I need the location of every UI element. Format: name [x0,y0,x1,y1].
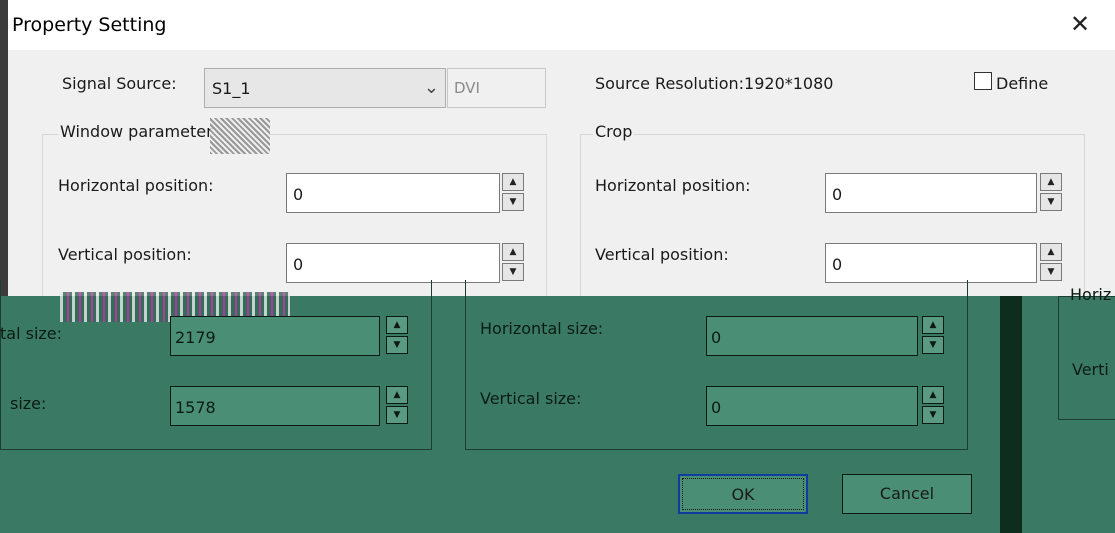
spin-down-icon[interactable]: ▼ [502,263,524,281]
crop-vertical-position-value: 0 [832,255,843,274]
title-bar [0,0,1115,50]
spin-up-icon[interactable]: ▲ [502,243,524,261]
crop-horizontal-position-input[interactable]: 0 [825,173,1037,213]
window-vertical-size-label: size: [10,394,47,413]
spin-up-icon[interactable]: ▲ [922,386,944,404]
window-horizontal-position-value: 0 [293,185,304,204]
spin-up-icon[interactable]: ▲ [386,386,408,404]
define-label: Define [996,74,1049,93]
crop-horizontal-size-spinner[interactable]: ▲ ▼ [922,316,946,356]
crop-horizontal-position-spinner[interactable]: ▲ ▼ [1040,173,1064,213]
crop-vertical-size-spinner[interactable]: ▲ ▼ [922,386,946,426]
window-vertical-position-input[interactable]: 0 [286,243,500,283]
window-horizontal-size-spinner[interactable]: ▲ ▼ [386,316,410,356]
crop-vertical-size-value: 0 [711,398,722,417]
spin-down-icon[interactable]: ▼ [386,336,408,354]
window-horizontal-position-input[interactable]: 0 [286,173,500,213]
window-left-border [0,0,8,300]
chevron-down-icon[interactable]: ⌄ [424,77,439,98]
crop-horizontal-position-label: Horizontal position: [595,176,751,195]
crop-horizontal-size-value: 0 [711,328,722,347]
cancel-button[interactable]: Cancel [842,474,972,514]
window-horizontal-size-value: 2179 [175,328,216,347]
close-icon[interactable]: ✕ [1070,10,1090,38]
crop-horizontal-position-value: 0 [832,185,843,204]
define-checkbox[interactable] [974,72,992,90]
ok-button[interactable]: OK [678,474,808,514]
background-vertical-label: Verti [1072,360,1109,379]
crop-vertical-size-input[interactable]: 0 [706,386,918,426]
spin-down-icon[interactable]: ▼ [922,406,944,424]
crop-horizontal-size-label: Horizontal size: [480,319,604,338]
spin-down-icon[interactable]: ▼ [1040,193,1062,211]
window-vertical-position-value: 0 [293,255,304,274]
spin-up-icon[interactable]: ▲ [1040,173,1062,191]
window-vertical-position-spinner[interactable]: ▲ ▼ [502,243,526,283]
crop-legend: Crop [593,122,635,141]
window-vertical-size-value: 1578 [175,398,216,417]
background-horizontal-label: Horiz [1070,285,1112,304]
signal-type-field: DVI [447,68,546,108]
background-window-group [1058,296,1115,420]
spin-down-icon[interactable]: ▼ [922,336,944,354]
window-vertical-position-label: Vertical position: [58,245,192,264]
spin-down-icon[interactable]: ▼ [502,193,524,211]
signal-source-value: S1_1 [212,79,251,98]
signal-source-select[interactable]: S1_1 ⌄ [204,68,446,108]
window-horizontal-size-label: tal size: [0,324,63,343]
crop-vertical-position-spinner[interactable]: ▲ ▼ [1040,243,1064,283]
window-vertical-size-input[interactable]: 1578 [170,386,380,426]
crop-vertical-position-input[interactable]: 0 [825,243,1037,283]
crop-vertical-size-label: Vertical size: [480,389,582,408]
window-vertical-size-spinner[interactable]: ▲ ▼ [386,386,410,426]
spin-up-icon[interactable]: ▲ [1040,243,1062,261]
dialog-title: Property Setting [12,14,167,36]
spin-up-icon[interactable]: ▲ [386,316,408,334]
spin-up-icon[interactable]: ▲ [922,316,944,334]
crop-vertical-position-label: Vertical position: [595,245,729,264]
render-artifact [210,118,270,154]
signal-source-label: Signal Source: [62,74,177,93]
window-parameter-legend: Window parameter [58,122,215,141]
spin-down-icon[interactable]: ▼ [1040,263,1062,281]
window-horizontal-size-input[interactable]: 2179 [170,316,380,356]
signal-type-value: DVI [454,79,480,97]
dark-band [1000,296,1022,533]
window-horizontal-position-spinner[interactable]: ▲ ▼ [502,173,526,213]
spin-down-icon[interactable]: ▼ [386,406,408,424]
spin-up-icon[interactable]: ▲ [502,173,524,191]
source-resolution-label: Source Resolution:1920*1080 [595,74,834,93]
crop-horizontal-size-input[interactable]: 0 [706,316,918,356]
window-horizontal-position-label: Horizontal position: [58,176,214,195]
